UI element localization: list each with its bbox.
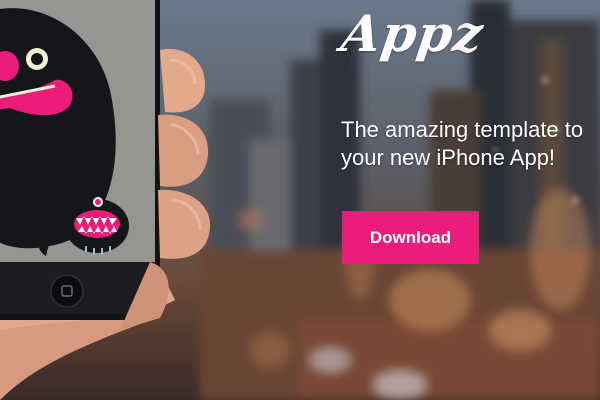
download-button[interactable]: Download [342, 211, 479, 264]
hero-section: Appz The amazing template to your new iP… [0, 0, 600, 400]
tagline-line-2: your new iPhone App! [341, 145, 556, 170]
hero-tagline: The amazing template to your new iPhone … [341, 116, 600, 172]
brand-logo[interactable]: Appz [338, 4, 487, 63]
tagline-line-1: The amazing template to [341, 117, 584, 142]
home-button-icon [50, 274, 84, 308]
phone-in-hand-illustration [0, 0, 230, 400]
